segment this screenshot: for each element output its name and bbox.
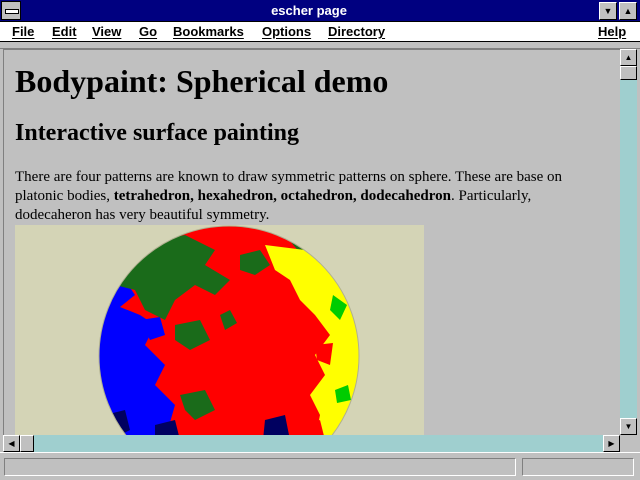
platonic-bodies-text: tetrahedron, hexahedron, octahedron, dod… <box>113 188 451 204</box>
scrollbar-corner <box>620 435 637 452</box>
scroll-up-button[interactable]: ▲ <box>620 49 637 66</box>
title-bar: escher page ▼ ▲ <box>0 0 640 22</box>
page-subtitle: Interactive surface painting <box>15 120 299 146</box>
menu-directory[interactable]: Directory <box>328 23 385 41</box>
menu-go[interactable]: Go <box>139 23 157 41</box>
painted-sphere-image <box>15 225 424 435</box>
menu-help[interactable]: Help <box>598 23 626 41</box>
vertical-scroll-track[interactable] <box>620 66 637 418</box>
intro-paragraph: There are four patterns are known to dra… <box>15 168 605 225</box>
menu-bar: File Edit View Go Bookmarks Options Dire… <box>0 22 640 42</box>
menu-edit[interactable]: Edit <box>52 23 77 41</box>
up-arrow-icon: ▲ <box>624 53 633 62</box>
page-title: Bodypaint: Spherical demo <box>15 63 389 99</box>
window-title: escher page <box>271 3 347 18</box>
menu-view[interactable]: View <box>92 23 121 41</box>
progress-indicator <box>522 458 634 476</box>
vertical-scroll-thumb[interactable] <box>620 66 637 80</box>
menu-bookmarks[interactable]: Bookmarks <box>173 23 244 41</box>
left-arrow-icon: ◀ <box>8 439 15 448</box>
status-message <box>4 458 516 476</box>
status-bar <box>0 452 640 480</box>
menu-file[interactable]: File <box>12 23 34 41</box>
minimize-button[interactable]: ▼ <box>599 2 617 20</box>
scroll-down-button[interactable]: ▼ <box>620 418 637 435</box>
system-menu-icon <box>5 9 19 14</box>
right-arrow-icon: ▶ <box>608 439 615 448</box>
horizontal-scrollbar[interactable]: ◀ ▶ <box>3 435 620 452</box>
toolbar-strip <box>0 42 640 49</box>
vertical-scrollbar[interactable]: ▲ ▼ <box>620 49 637 435</box>
down-arrow-icon: ▼ <box>624 422 633 431</box>
scroll-left-button[interactable]: ◀ <box>3 435 20 452</box>
menu-options[interactable]: Options <box>262 23 311 41</box>
horizontal-scroll-thumb[interactable] <box>20 435 34 452</box>
page-content: Bodypaint: Spherical demo Interactive su… <box>3 49 620 435</box>
painted-sphere-graphic <box>98 225 360 435</box>
system-menu-button[interactable] <box>1 1 21 20</box>
maximize-button[interactable]: ▲ <box>619 2 637 20</box>
scroll-right-button[interactable]: ▶ <box>603 435 620 452</box>
